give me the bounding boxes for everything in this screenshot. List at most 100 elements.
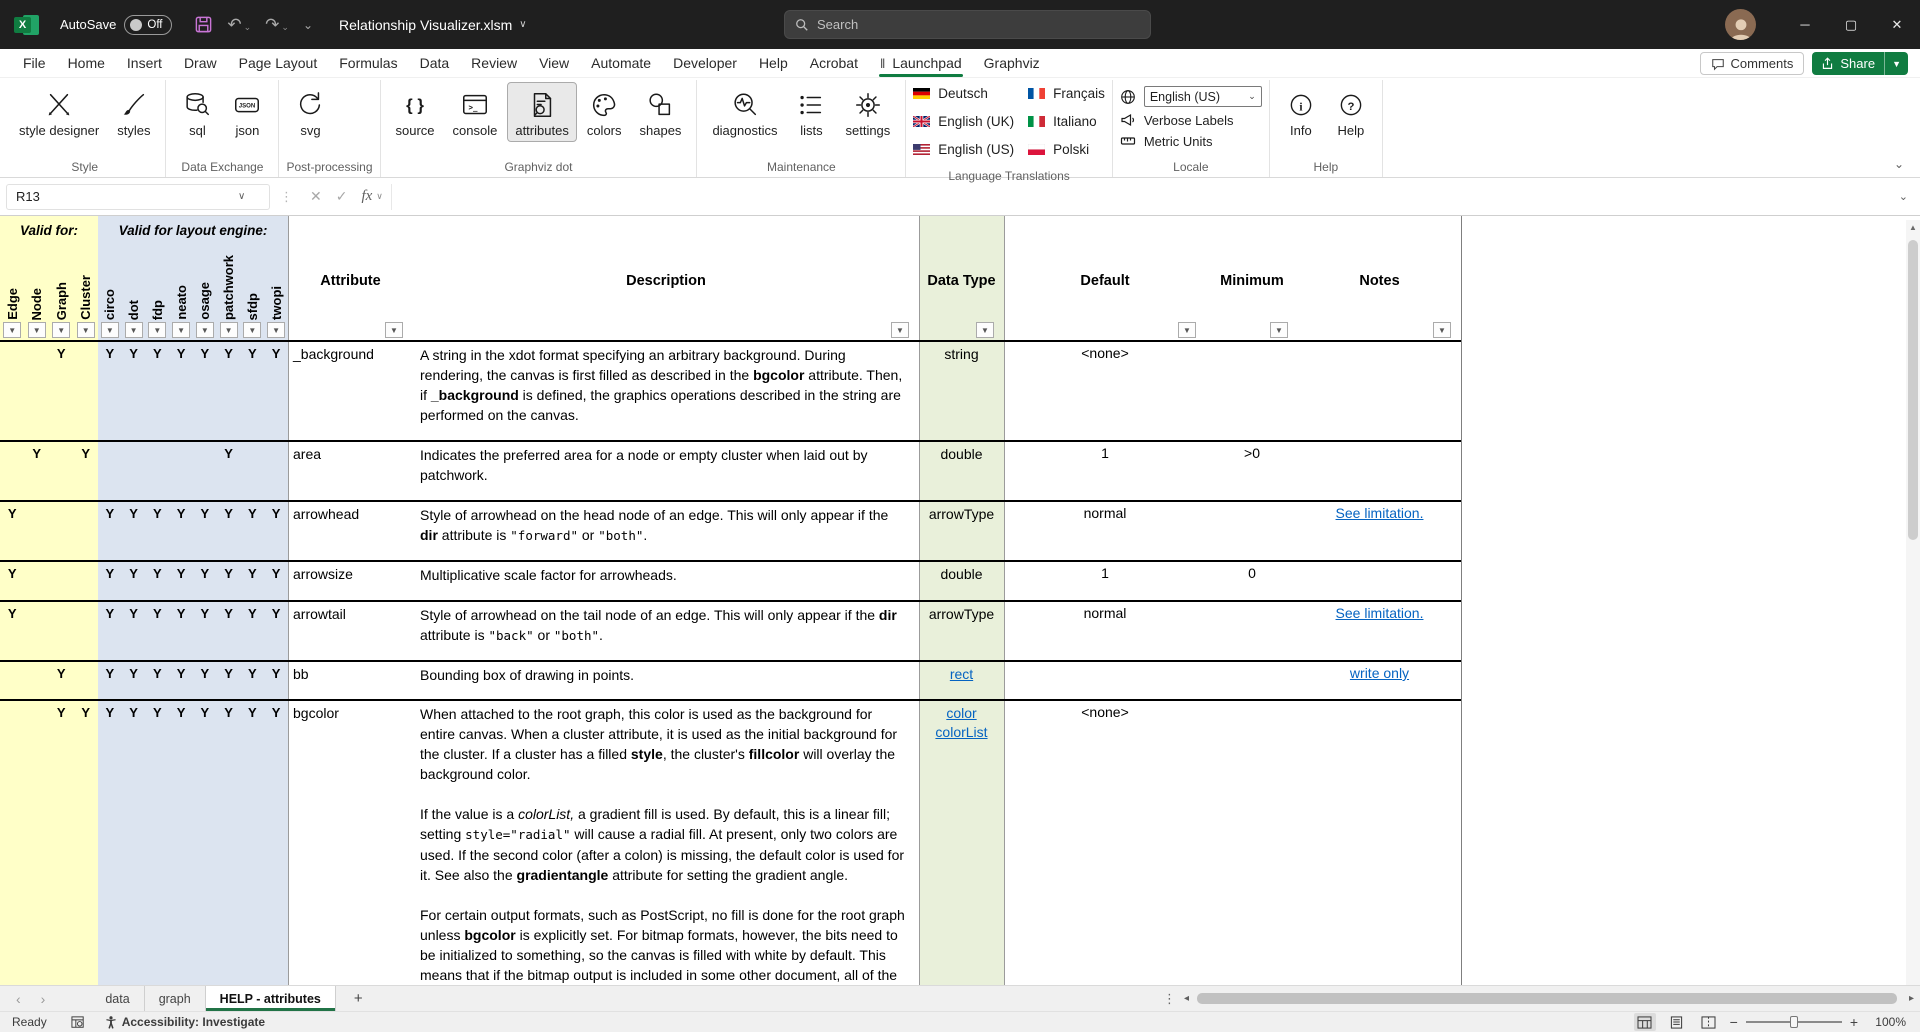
- tab-data[interactable]: Data: [409, 49, 461, 77]
- diagnostics-button[interactable]: diagnostics: [704, 82, 785, 142]
- save-icon[interactable]: [194, 15, 213, 34]
- info-button[interactable]: iInfo: [1277, 82, 1325, 142]
- tab-insert[interactable]: Insert: [116, 49, 173, 77]
- tab-file[interactable]: File: [12, 49, 57, 77]
- enter-formula-icon[interactable]: ✓: [329, 188, 355, 205]
- horizontal-scrollbar[interactable]: ◂ ▸: [1184, 986, 1914, 1011]
- sheet-tab-graph[interactable]: graph: [145, 986, 206, 1011]
- sheetbar-menu-icon[interactable]: ⋮: [1163, 991, 1176, 1007]
- horizontal-scroll-thumb[interactable]: [1197, 993, 1897, 1004]
- page-break-view-icon[interactable]: [1698, 1013, 1720, 1031]
- data-type-link[interactable]: rect: [950, 666, 973, 682]
- tab-review[interactable]: Review: [460, 49, 528, 77]
- zoom-in-icon[interactable]: +: [1850, 1014, 1858, 1030]
- tab-draw[interactable]: Draw: [173, 49, 228, 77]
- tab-automate[interactable]: Automate: [580, 49, 662, 77]
- filter-button[interactable]: ▼: [101, 322, 119, 338]
- filter-button[interactable]: ▼: [243, 322, 261, 338]
- json-button[interactable]: JSONjson: [223, 82, 271, 142]
- accessibility-status[interactable]: Accessibility: Investigate: [95, 1015, 275, 1029]
- filter-button[interactable]: ▼: [77, 322, 95, 338]
- insert-function-icon[interactable]: fx: [354, 188, 376, 205]
- vertical-scroll-thumb[interactable]: [1908, 240, 1918, 540]
- source-button[interactable]: { }source: [388, 82, 443, 142]
- filter-button[interactable]: ▼: [267, 322, 285, 338]
- macro-record-icon[interactable]: [61, 1016, 95, 1029]
- filter-button[interactable]: ▼: [976, 322, 994, 338]
- tab-help[interactable]: Help: [748, 49, 799, 77]
- close-button[interactable]: ✕: [1874, 0, 1920, 49]
- style-designer-button[interactable]: style designer: [11, 82, 107, 142]
- cancel-formula-icon[interactable]: ✕: [303, 188, 329, 205]
- sql-button[interactable]: sql: [173, 82, 221, 142]
- data-type-link[interactable]: colorList: [935, 724, 987, 740]
- tab-graphviz[interactable]: Graphviz: [973, 49, 1051, 77]
- filter-button[interactable]: ▼: [148, 322, 166, 338]
- share-button[interactable]: Share ▼: [1812, 52, 1908, 75]
- zoom-slider[interactable]: [1746, 1015, 1842, 1029]
- scroll-up-icon[interactable]: ▲: [1906, 220, 1920, 234]
- settings-button[interactable]: settings: [837, 82, 898, 142]
- attributes-button[interactable]: attributes: [507, 82, 576, 142]
- language-deutsch[interactable]: Deutsch: [913, 86, 1014, 101]
- notes-link[interactable]: See limitation.: [1336, 505, 1424, 521]
- maximize-button[interactable]: ▢: [1828, 0, 1874, 49]
- scroll-right-icon[interactable]: ▸: [1909, 993, 1914, 1004]
- filter-button[interactable]: ▼: [28, 322, 46, 338]
- lists-button[interactable]: lists: [787, 82, 835, 142]
- vertical-scrollbar[interactable]: ▲: [1906, 220, 1920, 985]
- shapes-button[interactable]: shapes: [632, 82, 690, 142]
- filter-button[interactable]: ▼: [3, 322, 21, 338]
- filter-button[interactable]: ▼: [172, 322, 190, 338]
- formula-input[interactable]: [391, 184, 1893, 210]
- search-input[interactable]: [817, 17, 1117, 32]
- new-sheet-button[interactable]: +: [336, 986, 381, 1011]
- tab-formulas[interactable]: Formulas: [328, 49, 408, 77]
- expand-formula-bar-icon[interactable]: ⌄: [1893, 190, 1914, 203]
- notes-link[interactable]: write only: [1350, 665, 1409, 681]
- page-layout-view-icon[interactable]: [1666, 1013, 1688, 1031]
- language-fran-ais[interactable]: Français: [1028, 86, 1105, 101]
- prev-sheet-icon[interactable]: ‹: [16, 991, 21, 1007]
- language-italiano[interactable]: Italiano: [1028, 114, 1105, 129]
- language-english-uk[interactable]: English (UK): [913, 114, 1014, 129]
- search-box[interactable]: [784, 10, 1151, 39]
- filter-button[interactable]: ▼: [1178, 322, 1196, 338]
- language-polski[interactable]: Polski: [1028, 142, 1105, 157]
- customize-toolbar-icon[interactable]: ⌄: [303, 19, 313, 31]
- filter-button[interactable]: ▼: [1270, 322, 1288, 338]
- data-type-link[interactable]: color: [946, 705, 976, 721]
- language-english-us[interactable]: English (US): [913, 142, 1014, 157]
- comments-button[interactable]: Comments: [1700, 52, 1805, 75]
- fx-dropdown-icon[interactable]: ∨: [376, 191, 391, 202]
- tab-home[interactable]: Home: [57, 49, 116, 77]
- styles-button[interactable]: styles: [109, 82, 158, 142]
- colors-button[interactable]: colors: [579, 82, 630, 142]
- sheet-tab-help-attributes[interactable]: HELP - attributes: [206, 986, 336, 1011]
- svg-button[interactable]: svg: [286, 82, 334, 142]
- redo-button[interactable]: ↷⌄: [265, 16, 289, 33]
- filter-button[interactable]: ▼: [891, 322, 909, 338]
- name-box[interactable]: ∨: [6, 184, 270, 210]
- zoom-level[interactable]: 100%: [1868, 1015, 1906, 1029]
- name-box-input[interactable]: [7, 189, 232, 204]
- filter-button[interactable]: ▼: [1433, 322, 1451, 338]
- console-button[interactable]: >_console: [445, 82, 506, 142]
- tab-page-layout[interactable]: Page Layout: [228, 49, 329, 77]
- normal-view-icon[interactable]: [1634, 1013, 1656, 1031]
- tab-launchpad[interactable]: ‖Launchpad: [869, 49, 973, 77]
- next-sheet-icon[interactable]: ›: [41, 991, 46, 1007]
- scroll-left-icon[interactable]: ◂: [1184, 993, 1189, 1004]
- collapse-ribbon-icon[interactable]: ⌄: [1894, 157, 1904, 171]
- filter-button[interactable]: ▼: [125, 322, 143, 338]
- undo-button[interactable]: ↶⌄: [227, 16, 251, 33]
- document-title[interactable]: Relationship Visualizer.xlsm ∨: [339, 17, 527, 33]
- filter-button[interactable]: ▼: [196, 322, 214, 338]
- filter-button[interactable]: ▼: [385, 322, 403, 338]
- locale-dropdown[interactable]: English (US)⌄: [1144, 86, 1262, 107]
- avatar[interactable]: [1725, 9, 1756, 40]
- excel-logo-icon[interactable]: X: [14, 12, 40, 38]
- tab-acrobat[interactable]: Acrobat: [799, 49, 869, 77]
- name-box-dropdown-icon[interactable]: ∨: [238, 191, 245, 202]
- locale-verbose-labels[interactable]: Verbose Labels: [1120, 112, 1234, 128]
